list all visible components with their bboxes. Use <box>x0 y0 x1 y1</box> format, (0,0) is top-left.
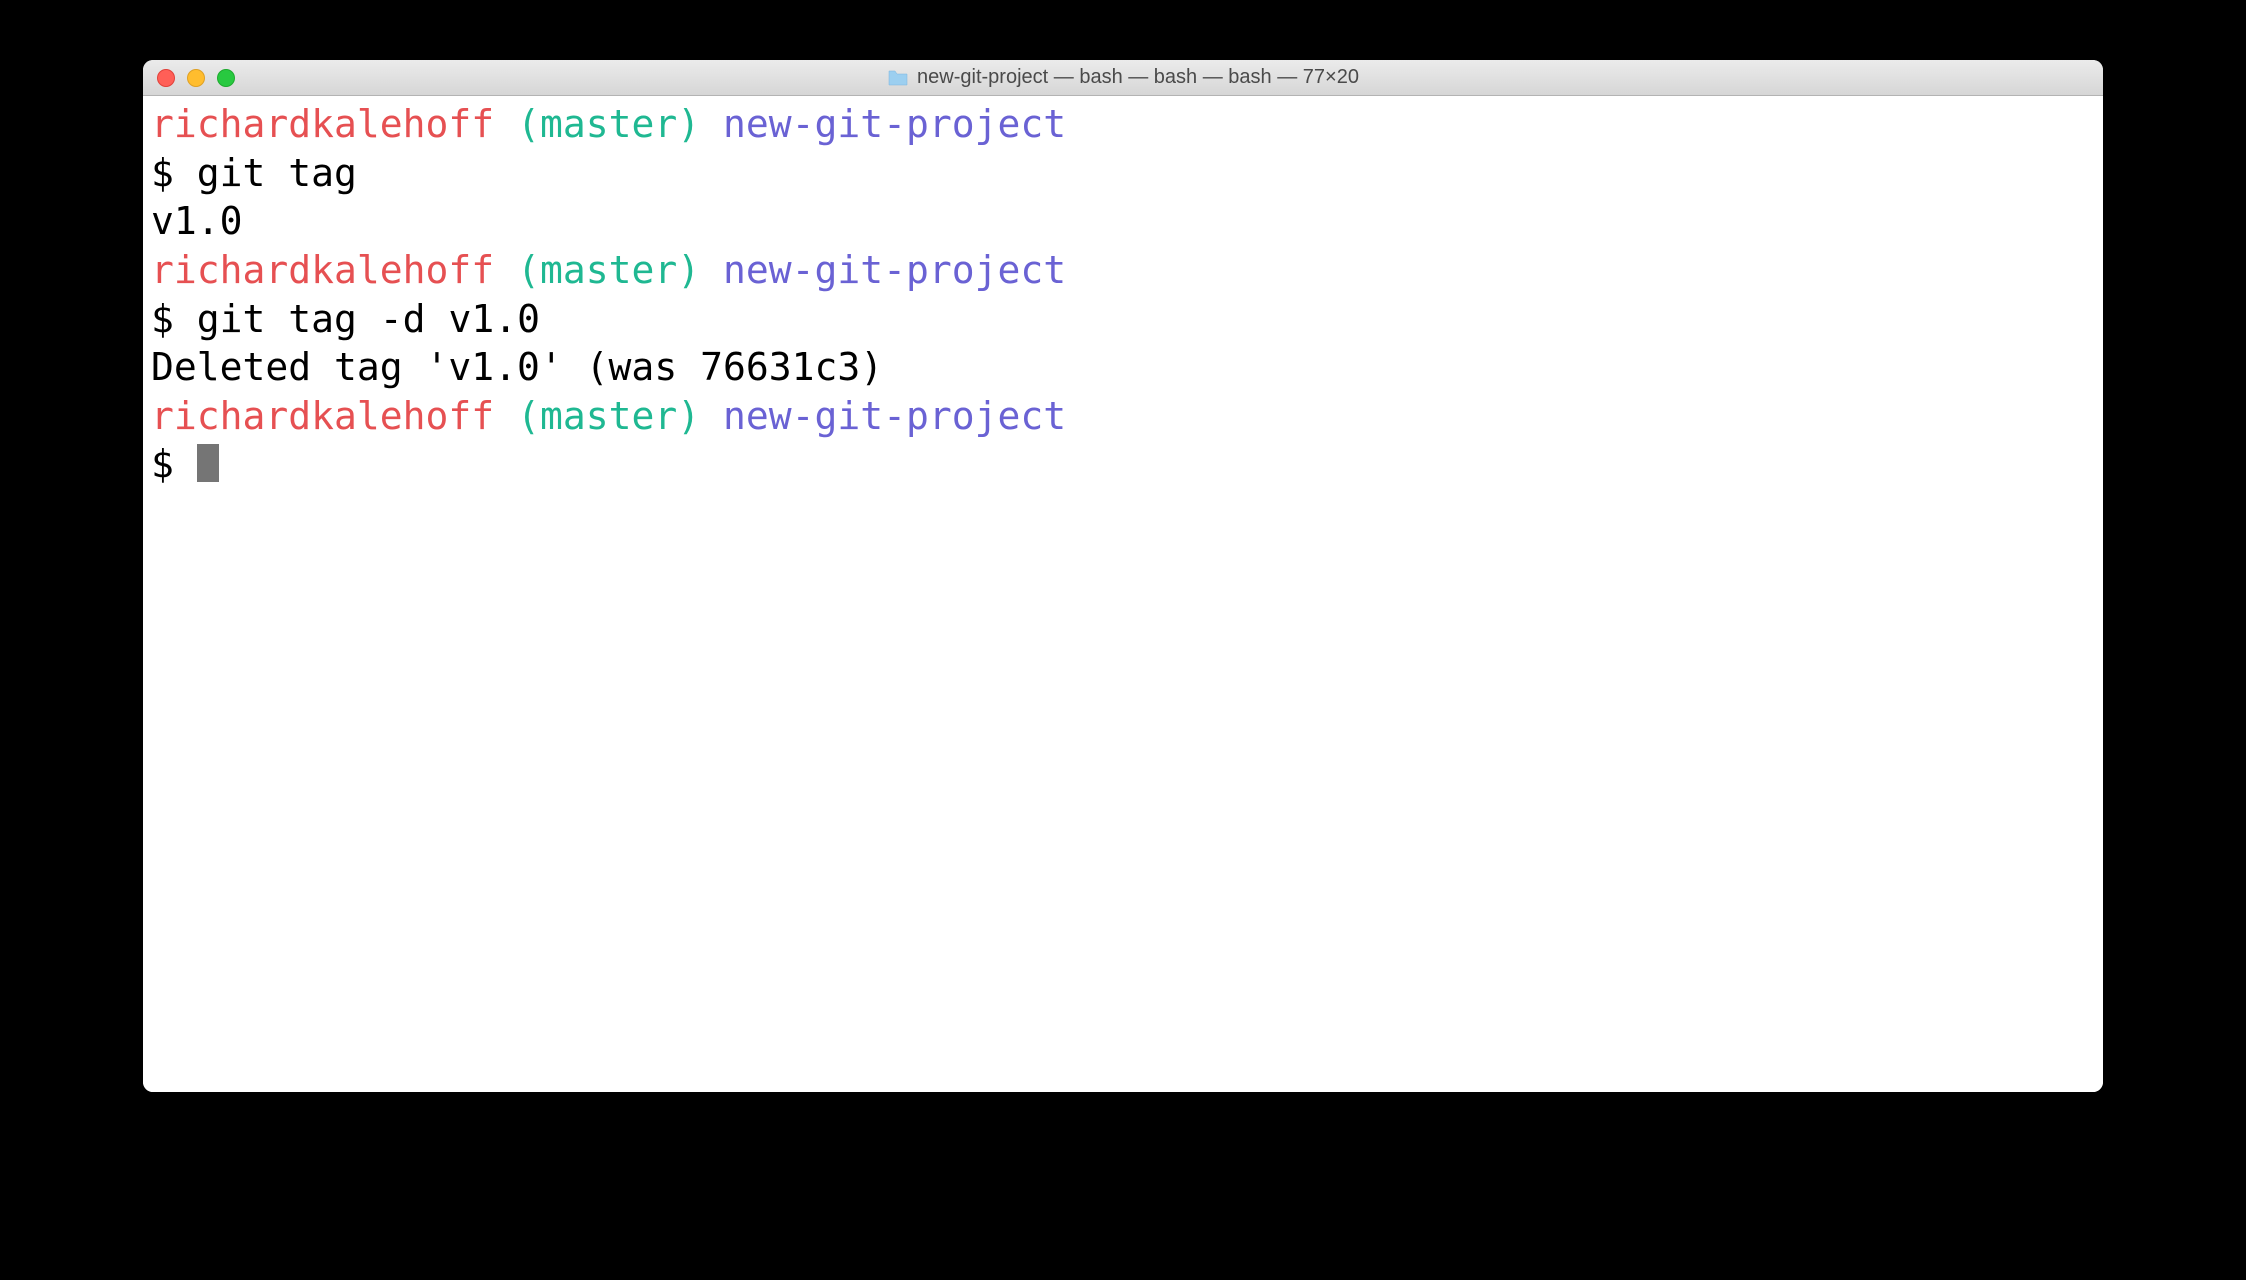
titlebar[interactable]: new-git-project — bash — bash — bash — 7… <box>143 60 2103 96</box>
prompt-branch: master <box>540 394 677 438</box>
prompt-user: richardkalehoff <box>151 394 494 438</box>
prompt-branch-close: ) <box>677 102 700 146</box>
window-title: new-git-project — bash — bash — bash — 7… <box>887 66 1359 89</box>
prompt-branch: master <box>540 102 677 146</box>
prompt-branch-open: ( <box>517 394 540 438</box>
close-icon[interactable] <box>157 69 175 87</box>
zoom-icon[interactable] <box>217 69 235 87</box>
prompt-branch-open: ( <box>517 248 540 292</box>
prompt-branch-close: ) <box>677 248 700 292</box>
window-title-text: new-git-project — bash — bash — bash — 7… <box>917 66 1359 89</box>
prompt-user: richardkalehoff <box>151 248 494 292</box>
minimize-icon[interactable] <box>187 69 205 87</box>
terminal-body[interactable]: richardkalehoff (master) new-git-project… <box>143 96 2103 1092</box>
prompt-symbol: $ <box>151 297 174 341</box>
prompt-branch: master <box>540 248 677 292</box>
output-1: v1.0 <box>151 199 243 243</box>
command-1: git tag <box>197 151 357 195</box>
command-2: git tag -d v1.0 <box>197 297 540 341</box>
folder-icon <box>887 69 909 87</box>
prompt-dir: new-git-project <box>723 102 1066 146</box>
cursor <box>197 444 219 482</box>
prompt-dir: new-git-project <box>723 248 1066 292</box>
prompt-symbol: $ <box>151 151 174 195</box>
prompt-symbol: $ <box>151 442 174 486</box>
terminal-window: new-git-project — bash — bash — bash — 7… <box>143 60 2103 1092</box>
prompt-branch-open: ( <box>517 102 540 146</box>
prompt-user: richardkalehoff <box>151 102 494 146</box>
prompt-branch-close: ) <box>677 394 700 438</box>
prompt-dir: new-git-project <box>723 394 1066 438</box>
output-2: Deleted tag 'v1.0' (was 76631c3) <box>151 345 883 389</box>
traffic-lights <box>143 69 235 87</box>
